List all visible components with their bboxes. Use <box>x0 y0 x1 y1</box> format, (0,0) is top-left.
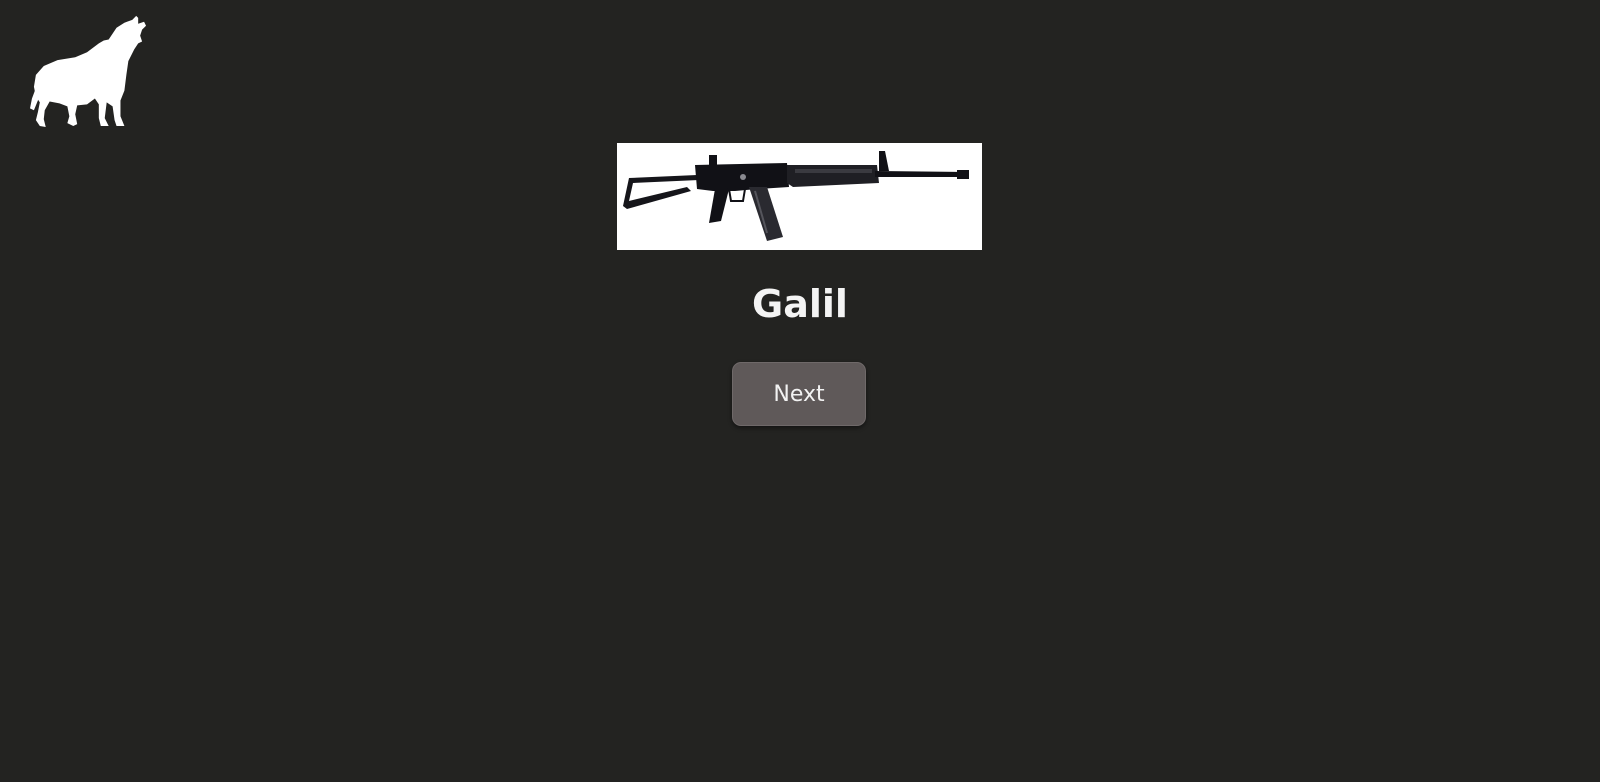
next-button[interactable]: Next <box>732 362 866 426</box>
howling-wolf-icon <box>30 10 148 128</box>
app-page: Galil Next <box>0 0 1600 782</box>
weapon-name: Galil <box>752 282 848 326</box>
weapon-image <box>617 143 982 250</box>
assault-rifle-icon <box>623 151 969 241</box>
